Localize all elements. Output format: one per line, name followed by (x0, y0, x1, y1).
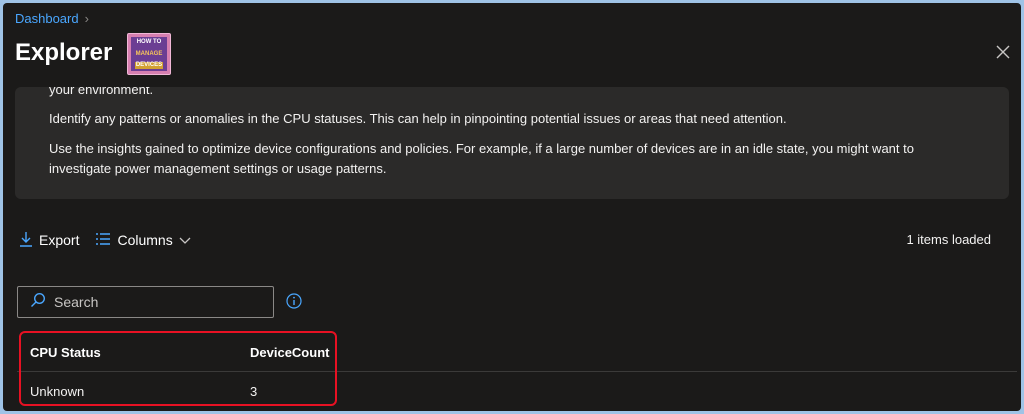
info-panel: your environment. Identify any patterns … (15, 87, 1009, 199)
columns-button[interactable]: Columns (95, 232, 191, 249)
items-loaded-status: 1 items loaded (906, 232, 991, 247)
table-row[interactable]: Unknown 3 (17, 371, 1017, 407)
info-cut-line: your environment. (49, 87, 154, 97)
info-icon[interactable] (286, 293, 302, 309)
breadcrumb: Dashboard › (15, 11, 89, 26)
logo-line-1: HOW TO (136, 39, 162, 45)
results-table: CPU Status DeviceCount Unknown 3 (17, 333, 1017, 407)
search-box[interactable] (17, 286, 274, 318)
table-header-row: CPU Status DeviceCount (17, 333, 1017, 371)
column-header-cpu-status[interactable]: CPU Status (30, 345, 101, 360)
export-button[interactable]: Export (19, 231, 79, 250)
how-to-manage-devices-logo: HOW TO MANAGE DEVICES (127, 33, 171, 75)
chevron-down-icon (179, 232, 191, 248)
columns-label: Columns (117, 232, 173, 248)
columns-icon (95, 232, 111, 249)
logo-line-3: DEVICES (134, 62, 164, 69)
breadcrumb-dashboard-link[interactable]: Dashboard (15, 11, 79, 26)
chevron-right-icon: › (84, 11, 89, 26)
close-icon[interactable] (995, 44, 1011, 60)
page-title: Explorer (15, 39, 113, 66)
info-paragraph-2: Use the insights gained to optimize devi… (49, 141, 914, 176)
cell-device-count: 3 (250, 384, 258, 399)
explorer-window: Dashboard › Explorer HOW TO MANAGE DEVIC… (3, 3, 1021, 411)
toolbar: Export Columns (19, 229, 207, 251)
logo-line-2: MANAGE (135, 50, 163, 57)
export-label: Export (39, 232, 80, 248)
info-paragraph-1: Identify any patterns or anomalies in th… (49, 111, 787, 126)
download-icon (19, 231, 33, 250)
column-header-device-count[interactable]: DeviceCount (250, 345, 329, 360)
search-input[interactable] (54, 294, 254, 310)
search-icon (30, 292, 46, 313)
cell-cpu-status: Unknown (30, 384, 85, 399)
